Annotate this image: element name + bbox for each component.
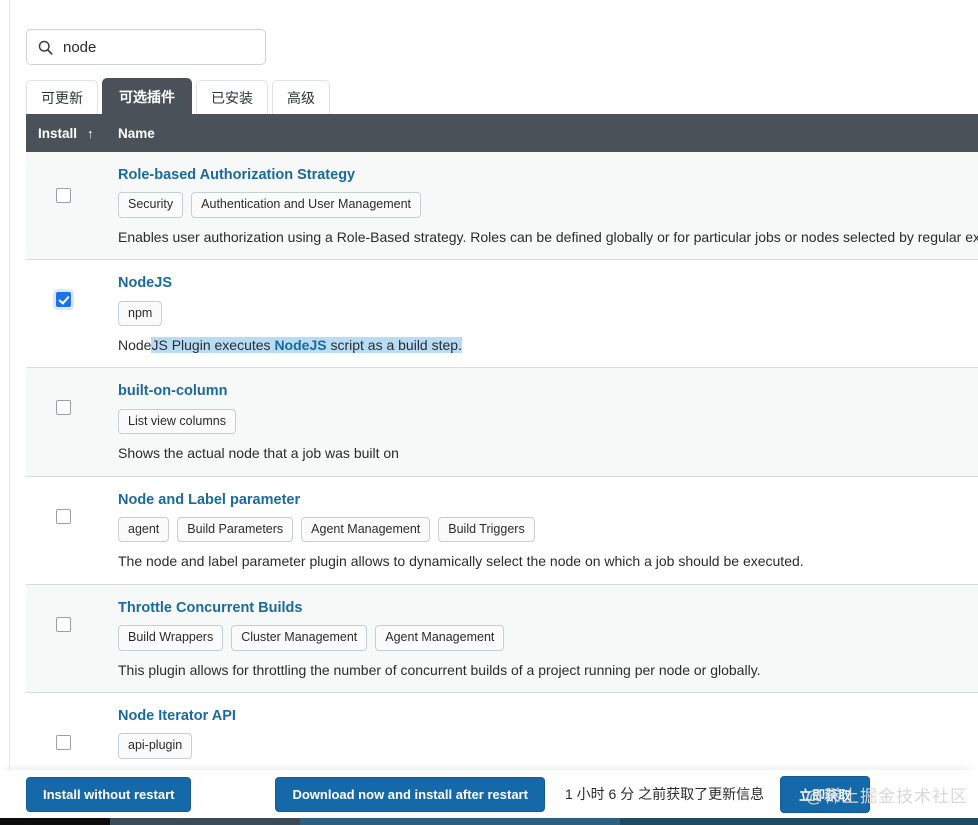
table-row: Node and Label parameter agent Build Par…	[26, 476, 978, 585]
row-install-cell	[26, 260, 118, 367]
window-bottom-strip	[0, 818, 978, 825]
row-install-cell	[26, 368, 118, 475]
plugin-label[interactable]: Agent Management	[301, 516, 431, 543]
install-without-restart-button[interactable]: Install without restart	[26, 776, 192, 812]
plugin-label[interactable]: List view columns	[118, 408, 236, 435]
plugin-label[interactable]: Build Triggers	[438, 516, 535, 543]
plugin-label[interactable]: Agent Management	[375, 625, 505, 651]
install-checkbox[interactable]	[56, 400, 71, 416]
plugin-label[interactable]: Build Parameters	[177, 516, 294, 543]
tab-updates[interactable]: 可更新	[26, 80, 98, 114]
plugin-name-link[interactable]: Node Iterator API	[118, 708, 236, 725]
download-and-install-after-restart-button[interactable]: Download now and install after restart	[275, 776, 545, 812]
table-header-row: Install ↑ Name	[26, 114, 978, 152]
plugin-name-link[interactable]: Throttle Concurrent Builds	[118, 600, 302, 617]
plugin-name-link[interactable]: Role-based Authorization Strategy	[118, 167, 355, 184]
plugin-description: The node and label parameter plugin allo…	[118, 553, 804, 570]
row-install-cell	[26, 152, 118, 259]
search-icon	[38, 40, 53, 55]
plugin-label[interactable]: npm	[118, 300, 163, 327]
description-inline-link[interactable]: NodeJS	[274, 337, 327, 354]
table-row: built-on-column List view columns Shows …	[26, 368, 978, 477]
action-footer: Install without restart Download now and…	[0, 770, 978, 818]
plugin-name-link[interactable]: built-on-column	[118, 383, 228, 400]
plugin-tabs: 可更新 可选插件 已安装 高级	[26, 78, 330, 114]
plugin-labels: api-plugin	[118, 733, 978, 759]
table-row: NodeJS npm NodeJS Plugin executes NodeJS…	[26, 260, 978, 369]
plugin-label[interactable]: Build Wrappers	[118, 625, 224, 651]
tab-installed[interactable]: 已安装	[196, 80, 268, 114]
plugin-labels: Build Wrappers Cluster Management Agent …	[118, 625, 978, 651]
column-header-name[interactable]: Name	[118, 126, 155, 141]
install-checkbox[interactable]	[56, 734, 71, 750]
plugin-labels: List view columns	[118, 408, 978, 435]
search-input[interactable]	[63, 38, 257, 56]
plugin-labels: npm	[118, 300, 978, 327]
column-header-name-label: Name	[118, 125, 155, 141]
plugin-description: Enables user authorization using a Role-…	[118, 228, 978, 245]
plugin-labels: agent Build Parameters Agent Management …	[118, 516, 978, 543]
row-name-cell: Role-based Authorization Strategy Securi…	[118, 152, 978, 259]
plugin-label[interactable]: Cluster Management	[231, 625, 368, 651]
plugin-labels: Security Authentication and User Managem…	[118, 192, 978, 218]
plugin-description: This plugin allows for throttling the nu…	[118, 661, 761, 678]
table-row: Throttle Concurrent Builds Build Wrapper…	[26, 584, 978, 693]
tab-available[interactable]: 可选插件	[102, 78, 192, 114]
plugin-name-link[interactable]: NodeJS	[118, 275, 172, 292]
page-content: 可更新 可选插件 已安装 高级 Install ↑ Name	[10, 0, 978, 825]
plugin-description: NodeJS Plugin executes NodeJS script as …	[118, 335, 978, 355]
row-name-cell: built-on-column List view columns Shows …	[118, 368, 978, 475]
watermark: @稀土掘金技术社区	[805, 786, 968, 806]
row-install-cell	[26, 477, 118, 584]
table-row: Role-based Authorization Strategy Securi…	[26, 152, 978, 261]
row-install-cell	[26, 585, 118, 692]
plugin-label[interactable]: api-plugin	[118, 733, 193, 759]
plugin-search	[26, 29, 266, 65]
description-selected-text: script as a build step.	[326, 337, 462, 354]
install-checkbox[interactable]	[56, 188, 71, 203]
plugin-manager-screen: 可更新 可选插件 已安装 高级 Install ↑ Name	[0, 0, 978, 825]
column-header-install-label: Install	[38, 125, 78, 141]
tab-advanced[interactable]: 高级	[272, 80, 330, 114]
plugin-table: Install ↑ Name Role-based Authorization …	[26, 114, 978, 825]
plugin-label[interactable]: Authentication and User Management	[191, 192, 422, 218]
row-name-cell: NodeJS npm NodeJS Plugin executes NodeJS…	[118, 260, 978, 367]
install-checkbox[interactable]	[56, 616, 71, 632]
update-info-text: 1 小时 6 分 之前获取了更新信息	[564, 786, 765, 802]
plugin-label[interactable]: Security	[118, 192, 184, 218]
description-text: Node	[118, 337, 152, 354]
install-checkbox[interactable]	[56, 508, 71, 524]
row-name-cell: Node and Label parameter agent Build Par…	[118, 477, 978, 584]
description-selected-text: JS Plugin executes	[151, 337, 275, 354]
row-name-cell: Throttle Concurrent Builds Build Wrapper…	[118, 585, 978, 692]
install-checkbox[interactable]	[56, 292, 71, 308]
plugin-label[interactable]: agent	[118, 516, 170, 543]
search-box[interactable]	[26, 29, 266, 65]
plugin-name-link[interactable]: Node and Label parameter	[118, 492, 300, 509]
plugin-description: Shows the actual node that a job was bui…	[118, 445, 399, 462]
column-header-install[interactable]: Install ↑	[26, 126, 118, 141]
sort-ascending-icon: ↑	[87, 125, 94, 141]
